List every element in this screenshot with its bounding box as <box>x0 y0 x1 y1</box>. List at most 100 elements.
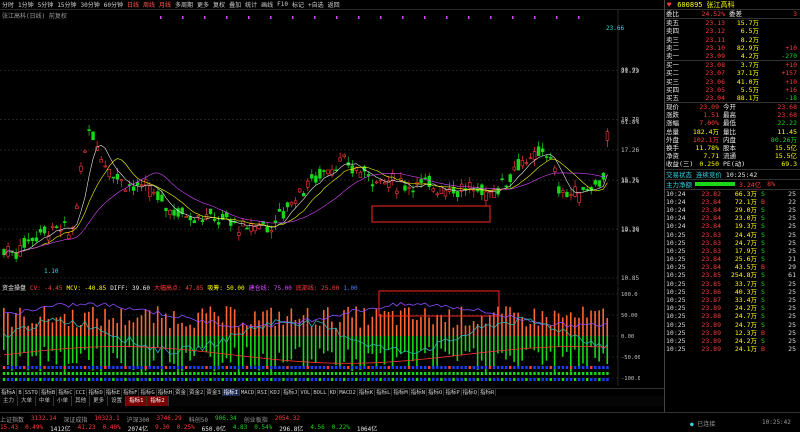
toolbar-item[interactable]: 画线 <box>261 0 273 9</box>
subbar-item[interactable]: 大单 <box>18 396 37 406</box>
candlestick-chart[interactable]: 21.2218.7817.2615.7513.3010.8580.9%61.8%… <box>0 10 640 285</box>
indicator-tab[interactable]: 指标O <box>427 389 445 396</box>
toolbar-item[interactable]: 60分钟 <box>104 0 123 9</box>
indicator-bar-down <box>43 336 46 348</box>
indicator-bar-down <box>420 336 422 351</box>
tick-list: 10:24 23.82 66.3万 S 25 10:24 23.84 72.1万 B 22 10:2… <box>665 188 800 354</box>
indicator-bar-up <box>132 322 135 336</box>
subbar-item[interactable]: 中单 <box>36 396 55 406</box>
toolbar-item[interactable]: 周线 <box>143 0 155 9</box>
signal-dot <box>6 378 10 381</box>
signal-dot <box>71 366 75 369</box>
indicator-tab[interactable]: BOLL <box>312 389 329 396</box>
toolbar-item[interactable]: 30分钟 <box>81 0 100 9</box>
indicator-tab[interactable]: 指标C <box>57 389 75 396</box>
toolbar-item[interactable]: 1分钟 <box>18 0 34 9</box>
bids-change: +10 <box>785 77 797 86</box>
signal-dot <box>355 366 358 369</box>
subbar-item-red[interactable]: 指标2 <box>147 396 169 406</box>
subbar-item[interactable]: 设置 <box>108 396 127 406</box>
indicator-tab[interactable]: CCI <box>75 389 88 396</box>
indicator-bar-down <box>88 336 90 361</box>
indicator-tab[interactable]: KD <box>329 389 339 396</box>
signal-dot <box>513 378 516 381</box>
signal-dot <box>237 372 241 375</box>
candle-body <box>216 222 221 225</box>
signal-dot <box>209 378 212 381</box>
favorite-icon[interactable]: ♥ <box>667 1 671 9</box>
indicator-tab[interactable]: 指标H <box>157 389 174 396</box>
tick-side: B <box>761 197 765 206</box>
signal-dot <box>39 366 42 369</box>
signal-dot <box>492 366 496 369</box>
subbar-item[interactable]: 主力 <box>0 396 19 406</box>
toolbar-item[interactable]: F10 <box>277 1 288 8</box>
indicator-tab[interactable]: 指标Q <box>462 389 479 396</box>
indicator-tab[interactable]: 资金2 <box>188 389 206 396</box>
indicator-tab[interactable]: MACD <box>240 389 257 396</box>
toolbar-item[interactable]: 5分钟 <box>38 0 54 9</box>
indicator-tab[interactable]: 指标E <box>105 389 123 396</box>
toolbar-item[interactable]: 日线 <box>127 0 139 9</box>
toolbar-item[interactable]: 月线 <box>159 0 171 9</box>
indicator-tab[interactable]: 指标L <box>375 389 393 396</box>
tick-count: 25 <box>788 345 796 354</box>
indicator-tab[interactable]: 指标J <box>282 389 300 396</box>
toolbar-item[interactable]: +自选 <box>308 0 324 9</box>
toolbar-item[interactable]: 15分钟 <box>57 0 76 9</box>
indicator-tab[interactable]: 指标K <box>358 389 376 396</box>
indicator-tab[interactable]: 指标I <box>222 389 240 396</box>
indicator-bar-up <box>229 307 232 336</box>
toolbar-item[interactable]: 分时 <box>2 0 14 9</box>
signal-dot <box>573 366 577 369</box>
indicator-chart[interactable]: 100.0 50.00 0.00 -50.00 -100.00 <box>0 286 640 386</box>
indicator-tab[interactable]: SSTQ <box>24 389 40 396</box>
subbar-item[interactable]: 小单 <box>54 396 73 406</box>
indicator-tab[interactable]: RSI <box>256 389 270 396</box>
indicator-tab[interactable]: KDJ <box>269 389 283 396</box>
signal-dot <box>79 372 83 375</box>
signal-dot <box>128 372 131 375</box>
candle-body <box>75 205 79 209</box>
toolbar-item[interactable]: 返回 <box>328 0 340 9</box>
subbar-item[interactable]: 更多 <box>90 396 109 406</box>
indicator-tab[interactable]: 指标B <box>40 389 58 396</box>
indicator-tab[interactable]: 指标N <box>410 389 428 396</box>
signal-dot <box>496 372 500 375</box>
indicator-tab[interactable]: VOL <box>299 389 313 396</box>
signal-dot <box>23 372 26 375</box>
indicator-bar-up <box>3 307 5 336</box>
toolbar-item[interactable]: 标记 <box>292 0 304 9</box>
indicator-bar-down <box>173 336 175 364</box>
tick-price: 23.89 <box>701 304 721 313</box>
signal-dot <box>448 372 451 375</box>
indicator-tab[interactable]: MACD2 <box>338 389 358 396</box>
signal-dot <box>189 366 192 369</box>
signal-dot <box>363 372 366 375</box>
toolbar-item[interactable]: 更多 <box>197 0 209 9</box>
signal-dot <box>282 372 285 375</box>
indicator-tab[interactable]: 指标D <box>87 389 105 396</box>
subbar-item[interactable]: 其他 <box>72 396 91 406</box>
toolbar-item[interactable]: 多周期 <box>175 0 193 9</box>
indicator-tab[interactable]: 资金3 <box>205 389 223 396</box>
indicator-tab[interactable]: 指标G <box>139 389 157 396</box>
signal-dot <box>436 372 439 375</box>
indicator-bar-down <box>274 336 276 367</box>
toolbar-item[interactable]: 复权 <box>213 0 225 9</box>
signal-dot <box>537 372 540 375</box>
subbar-item-red[interactable]: 指标1 <box>126 396 148 406</box>
signal-dot <box>257 372 261 375</box>
indicator-tab[interactable]: 指标M <box>392 389 410 396</box>
toolbar-item[interactable]: 统计 <box>245 0 257 9</box>
toolbar-item[interactable]: 叠加 <box>229 0 241 9</box>
indicator-tab[interactable]: 资金 <box>174 389 189 396</box>
tick-volume: 24.1万 <box>734 345 757 354</box>
indicator-tab[interactable]: 指标A <box>0 389 18 396</box>
indicator-tab[interactable]: 指标F <box>122 389 140 396</box>
indicator-tab[interactable]: 指标R <box>479 389 497 396</box>
indicator-bar-down <box>233 336 236 348</box>
indicator-bar-down <box>586 336 588 367</box>
indicator-bar-up <box>201 308 204 336</box>
indicator-tab[interactable]: 指标P <box>444 389 462 396</box>
